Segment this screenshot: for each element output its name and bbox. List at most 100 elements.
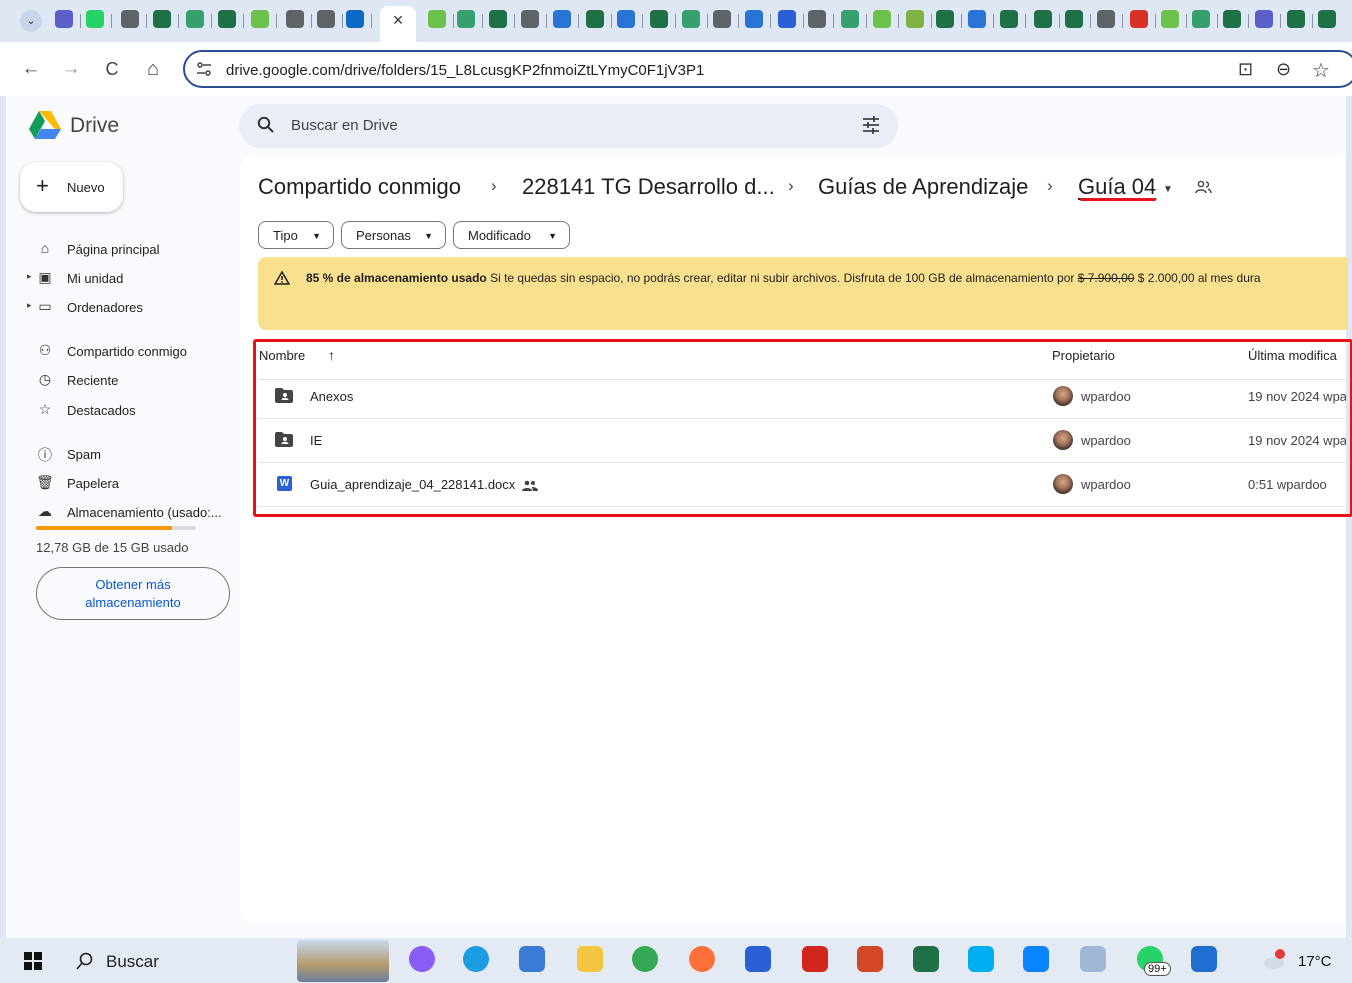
sidebar-item-shared[interactable]: ⚇ Compartido conmigo bbox=[24, 338, 234, 364]
search-input[interactable]: Buscar en Drive bbox=[291, 117, 398, 134]
tab-favicon-icon[interactable] bbox=[86, 10, 104, 28]
tab-favicon-icon[interactable] bbox=[936, 10, 954, 28]
tab-favicon-icon[interactable] bbox=[1161, 10, 1179, 28]
cortana-icon[interactable] bbox=[1023, 946, 1049, 972]
tab-favicon-icon[interactable] bbox=[1065, 10, 1083, 28]
sidebar-item-clock[interactable]: ◷ Reciente bbox=[24, 367, 234, 393]
file-explorer-icon[interactable] bbox=[577, 946, 603, 972]
tab-favicon-icon[interactable] bbox=[186, 10, 204, 28]
taskbar-search[interactable]: Buscar bbox=[62, 944, 292, 978]
bookmark-star-icon[interactable]: ☆ bbox=[1312, 58, 1330, 83]
search-icon[interactable] bbox=[257, 116, 275, 134]
tab-favicon-icon[interactable] bbox=[286, 10, 304, 28]
taskbar-bridge-widget[interactable] bbox=[297, 940, 389, 982]
r-app-icon[interactable] bbox=[1191, 946, 1217, 972]
install-app-icon[interactable]: ⊡ bbox=[1238, 59, 1253, 80]
tab-favicon-icon[interactable] bbox=[121, 10, 139, 28]
close-tab-icon[interactable]: × bbox=[388, 10, 408, 31]
home-button[interactable]: ⌂ bbox=[140, 56, 166, 82]
photos-icon[interactable] bbox=[1080, 946, 1106, 972]
windows-start-icon[interactable] bbox=[24, 952, 42, 970]
breadcrumb-course[interactable]: 228141 TG Desarrollo d... bbox=[522, 174, 775, 200]
copilot-app-icon[interactable] bbox=[519, 946, 545, 972]
tab-favicon-icon[interactable] bbox=[1318, 10, 1336, 28]
sidebar-item-computer[interactable]: ▸ ▭ Ordenadores bbox=[24, 294, 234, 320]
sidebar-item-cloud[interactable]: ☁ Almacenamiento (usado:... bbox=[24, 499, 234, 525]
table-row[interactable]: IE wpardoo 19 nov 2024 wpa bbox=[258, 418, 1346, 463]
table-row[interactable]: Anexos wpardoo 19 nov 2024 wpa bbox=[258, 374, 1346, 419]
tab-favicon-icon[interactable] bbox=[745, 10, 763, 28]
forward-button[interactable]: → bbox=[58, 56, 84, 82]
tab-favicon-icon[interactable] bbox=[1034, 10, 1052, 28]
tab-favicon-icon[interactable] bbox=[1000, 10, 1018, 28]
tab-favicon-icon[interactable] bbox=[1287, 10, 1305, 28]
sidebar-item-spam[interactable]: ⓘ Spam bbox=[24, 441, 234, 467]
tab-favicon-icon[interactable] bbox=[428, 10, 446, 28]
edge-icon[interactable] bbox=[463, 946, 489, 972]
table-row[interactable]: W Guia_aprendizaje_04_228141.docx wpardoo 0… bbox=[258, 462, 1346, 507]
sidebar-item-home[interactable]: ⌂ Página principal bbox=[24, 236, 234, 262]
sidebar-item-star[interactable]: ☆ Destacados bbox=[24, 397, 234, 423]
file-name[interactable]: Guia_aprendizaje_04_228141.docx bbox=[310, 477, 515, 492]
tab-favicon-icon[interactable] bbox=[1223, 10, 1241, 28]
tab-favicon-icon[interactable] bbox=[906, 10, 924, 28]
drive-logo-text[interactable]: Drive bbox=[70, 114, 119, 138]
tab-favicon-icon[interactable] bbox=[968, 10, 986, 28]
filter-modified-chip[interactable]: Modificado ▼ bbox=[453, 221, 570, 249]
tab-favicon-icon[interactable] bbox=[1192, 10, 1210, 28]
tab-favicon-icon[interactable] bbox=[489, 10, 507, 28]
tab-favicon-icon[interactable] bbox=[153, 10, 171, 28]
filter-people-chip[interactable]: Personas ▼ bbox=[341, 221, 446, 249]
zoom-icon[interactable]: ⊖ bbox=[1276, 59, 1291, 80]
site-settings-icon[interactable] bbox=[196, 61, 212, 77]
acrobat-icon[interactable] bbox=[802, 946, 828, 972]
tab-favicon-icon[interactable] bbox=[251, 10, 269, 28]
weather-icon[interactable] bbox=[1262, 948, 1290, 970]
filter-type-chip[interactable]: Tipo ▼ bbox=[258, 221, 334, 249]
skype-icon[interactable] bbox=[968, 946, 994, 972]
tab-favicon-icon[interactable] bbox=[317, 10, 335, 28]
tab-favicon-icon[interactable] bbox=[1130, 10, 1148, 28]
tab-favicon-icon[interactable] bbox=[650, 10, 668, 28]
breadcrumb-current-folder[interactable]: Guía 04 bbox=[1078, 174, 1156, 200]
tab-favicon-icon[interactable] bbox=[346, 10, 364, 28]
copilot-icon[interactable] bbox=[409, 946, 435, 972]
tab-favicon-icon[interactable] bbox=[1255, 10, 1273, 28]
column-header-owner[interactable]: Propietario bbox=[1052, 348, 1115, 363]
word-icon[interactable] bbox=[745, 946, 771, 972]
tab-favicon-icon[interactable] bbox=[808, 10, 826, 28]
file-name[interactable]: Anexos bbox=[310, 389, 353, 404]
back-button[interactable]: ← bbox=[18, 56, 44, 82]
file-name[interactable]: IE bbox=[310, 433, 322, 448]
tab-favicon-icon[interactable] bbox=[841, 10, 859, 28]
new-button[interactable]: + Nuevo bbox=[20, 162, 123, 212]
tab-favicon-icon[interactable] bbox=[778, 10, 796, 28]
tab-favicon-icon[interactable] bbox=[586, 10, 604, 28]
tab-favicon-icon[interactable] bbox=[617, 10, 635, 28]
get-more-storage-button[interactable]: Obtener más almacenamiento bbox=[36, 567, 230, 620]
expand-arrow-icon[interactable]: ▸ bbox=[27, 300, 32, 311]
powerpoint-icon[interactable] bbox=[857, 946, 883, 972]
breadcrumb-guides[interactable]: Guías de Aprendizaje bbox=[818, 174, 1028, 200]
chrome-icon[interactable] bbox=[632, 946, 658, 972]
tab-favicon-icon[interactable] bbox=[553, 10, 571, 28]
firefox-icon[interactable] bbox=[689, 946, 715, 972]
tab-favicon-icon[interactable] bbox=[713, 10, 731, 28]
sidebar-item-trash[interactable]: 🗑 Papelera bbox=[24, 470, 234, 496]
tab-favicon-icon[interactable] bbox=[1097, 10, 1115, 28]
column-header-modified[interactable]: Última modifica bbox=[1248, 348, 1337, 363]
sidebar-item-drive[interactable]: ▸ ▣ Mi unidad bbox=[24, 265, 234, 291]
search-options-icon[interactable] bbox=[862, 116, 880, 134]
sort-arrow-icon[interactable]: ↑ bbox=[328, 347, 335, 363]
expand-arrow-icon[interactable]: ▸ bbox=[27, 271, 32, 282]
tab-favicon-icon[interactable] bbox=[218, 10, 236, 28]
reload-button[interactable]: C bbox=[99, 56, 125, 82]
drive-logo-icon[interactable] bbox=[28, 110, 62, 140]
tab-favicon-icon[interactable] bbox=[521, 10, 539, 28]
folder-menu-caret-icon[interactable]: ▼ bbox=[1163, 184, 1173, 195]
tab-favicon-icon[interactable] bbox=[873, 10, 891, 28]
excel-icon[interactable] bbox=[913, 946, 939, 972]
tab-favicon-icon[interactable] bbox=[457, 10, 475, 28]
url-text[interactable]: drive.google.com/drive/folders/15_L8Lcus… bbox=[226, 62, 704, 79]
column-header-name[interactable]: Nombre bbox=[259, 348, 305, 363]
